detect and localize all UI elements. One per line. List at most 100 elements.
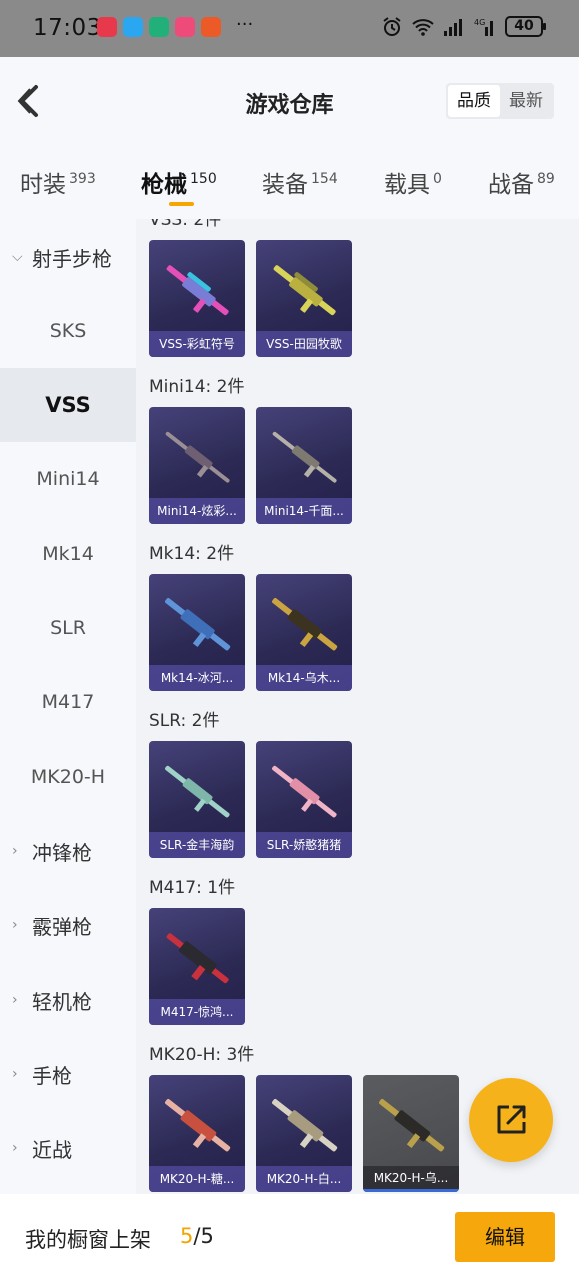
weapon-type-sidebar: ⌵ 射手步枪 SKS VSS Mini14 Mk14 SLR M417 MK20-…: [0, 219, 136, 1194]
app-notification-icon: [97, 17, 117, 37]
wifi-icon: [412, 18, 434, 36]
sidebar-group-shotgun[interactable]: › 霰弹枪: [0, 888, 136, 962]
sidebar-group-lmg[interactable]: › 轻机枪: [0, 963, 136, 1037]
chevron-right-icon: ›: [12, 917, 18, 933]
sidebar-group-label: 霰弹枪: [32, 914, 92, 939]
tab-label: 时装: [20, 172, 66, 198]
tab-vehicles[interactable]: 载具 0: [384, 165, 442, 199]
sidebar-item-sks[interactable]: SKS: [0, 294, 136, 368]
sidebar-item-mini14[interactable]: Mini14: [0, 442, 136, 516]
tab-count: 393: [69, 171, 96, 187]
sidebar-group-label: 冲锋枪: [32, 840, 92, 865]
sidebar-group-label: 射手步枪: [32, 246, 112, 271]
page-header: 游戏仓库 品质 最新: [0, 57, 579, 143]
weapon-name: SLR-娇憨猪猪: [256, 832, 352, 858]
rifle-icon: [166, 933, 229, 984]
tab-guns[interactable]: 枪械 150: [141, 165, 217, 199]
sort-option-quality[interactable]: 品质: [448, 85, 500, 117]
signal-4g-icon: 4G: [474, 18, 493, 36]
weapon-name: MK20-H-乌...: [363, 1166, 459, 1192]
sidebar-group-label: 轻机枪: [32, 989, 92, 1014]
sidebar-group-label: 手枪: [32, 1063, 72, 1088]
rifle-icon: [273, 265, 336, 316]
weapon-card[interactable]: Mini14-千面...: [256, 407, 352, 524]
chevron-right-icon: ›: [12, 1140, 18, 1156]
weapon-card[interactable]: MK20-H-乌...: [363, 1075, 459, 1192]
weapon-card[interactable]: SLR-娇憨猪猪: [256, 741, 352, 858]
rifle-icon: [166, 265, 229, 316]
sidebar-item-mk20h[interactable]: MK20-H: [0, 740, 136, 814]
sort-toggle: 品质 最新: [446, 83, 554, 119]
weapon-card[interactable]: M417-惊鸿...: [149, 908, 245, 1025]
weapon-card[interactable]: Mk14-乌木...: [256, 574, 352, 691]
edit-button[interactable]: 编辑: [455, 1212, 555, 1262]
sidebar-group-label: 近战: [32, 1137, 72, 1162]
showcase-count-current: 5: [180, 1224, 194, 1248]
weapon-name: VSS-彩虹符号: [149, 331, 245, 357]
showcase-count-total: /5: [193, 1224, 214, 1248]
rifle-icon: [272, 1099, 338, 1152]
active-tab-indicator: [169, 202, 194, 206]
alarm-icon: [383, 16, 401, 36]
weapon-card[interactable]: MK20-H-白...: [256, 1075, 352, 1192]
sidebar-group-smg[interactable]: › 冲锋枪: [0, 814, 136, 888]
weapon-name: VSS-田园牧歌: [256, 331, 352, 357]
sort-option-newest[interactable]: 最新: [500, 85, 552, 117]
weapon-name: Mini14-千面...: [256, 498, 352, 524]
rifle-icon: [272, 765, 337, 818]
rifle-icon: [379, 1099, 445, 1152]
weapon-name: MK20-H-糖...: [149, 1166, 245, 1192]
tab-equipment[interactable]: 装备 154: [262, 165, 338, 199]
tab-combat-supplies[interactable]: 战备 89: [488, 165, 555, 199]
tab-label: 载具: [384, 172, 430, 198]
tab-count: 0: [433, 171, 442, 187]
tab-label: 枪械: [141, 172, 187, 198]
more-notifications-icon: ···: [236, 14, 254, 35]
weapon-card[interactable]: Mini14-炫彩...: [149, 407, 245, 524]
tab-count: 154: [311, 171, 338, 187]
svg-text:4G: 4G: [474, 18, 485, 27]
sidebar-group-sniper-rifle[interactable]: ⌵ 射手步枪: [0, 220, 136, 294]
sidebar-group-pistol[interactable]: › 手枪: [0, 1037, 136, 1111]
rifle-icon: [165, 1099, 231, 1152]
section-title: Mini14: 2件: [149, 377, 245, 397]
chevron-down-icon: ⌵: [12, 249, 23, 265]
tab-label: 战备: [488, 172, 534, 198]
share-button[interactable]: [469, 1078, 553, 1162]
showcase-count: 5/5: [180, 1224, 214, 1248]
weapon-card[interactable]: VSS-彩虹符号: [149, 240, 245, 357]
app-notification-icon: [149, 17, 169, 37]
battery-indicator: 40: [505, 16, 546, 37]
sidebar-group-melee[interactable]: › 近战: [0, 1111, 136, 1185]
sidebar-item-vss[interactable]: VSS: [0, 368, 136, 442]
weapon-card[interactable]: VSS-田园牧歌: [256, 240, 352, 357]
weapon-name: SLR-金丰海韵: [149, 832, 245, 858]
status-bar: 17:03 ··· 4G 40: [0, 0, 579, 57]
sidebar-item-m417[interactable]: M417: [0, 665, 136, 739]
weapon-name: Mk14-冰河...: [149, 665, 245, 691]
section-title: MK20-H: 3件: [149, 1045, 255, 1065]
weapon-grid: VSS: 2件 VSS-彩虹符号 VSS-田园牧歌 Mini14: 2件 Min…: [136, 219, 579, 1194]
weapon-card[interactable]: SLR-金丰海韵: [149, 741, 245, 858]
tab-count: 150: [190, 171, 217, 187]
app-notification-icon: [175, 17, 195, 37]
section-title: SLR: 2件: [149, 711, 220, 731]
tab-label: 装备: [262, 172, 308, 198]
showcase-label: 我的橱窗上架: [25, 1228, 151, 1252]
category-tabs: 时装 393 枪械 150 装备 154 载具 0 战备 89: [0, 143, 579, 219]
weapon-name: MK20-H-白...: [256, 1166, 352, 1192]
sidebar-item-slr[interactable]: SLR: [0, 591, 136, 665]
sidebar-item-mk14[interactable]: Mk14: [0, 517, 136, 591]
weapon-card[interactable]: Mk14-冰河...: [149, 574, 245, 691]
chevron-right-icon: ›: [12, 843, 18, 859]
weapon-card[interactable]: MK20-H-糖...: [149, 1075, 245, 1192]
showcase-bar: 我的橱窗上架 5/5 编辑: [0, 1194, 579, 1280]
weapon-name: Mk14-乌木...: [256, 665, 352, 691]
rifle-icon: [165, 598, 231, 651]
tab-fashion[interactable]: 时装 393: [20, 165, 96, 199]
section-title: VSS: 2件: [149, 219, 222, 230]
weapon-name: Mini14-炫彩...: [149, 498, 245, 524]
rifle-icon: [165, 431, 230, 483]
status-time: 17:03: [33, 15, 102, 41]
app-notification-icon: [201, 17, 221, 37]
